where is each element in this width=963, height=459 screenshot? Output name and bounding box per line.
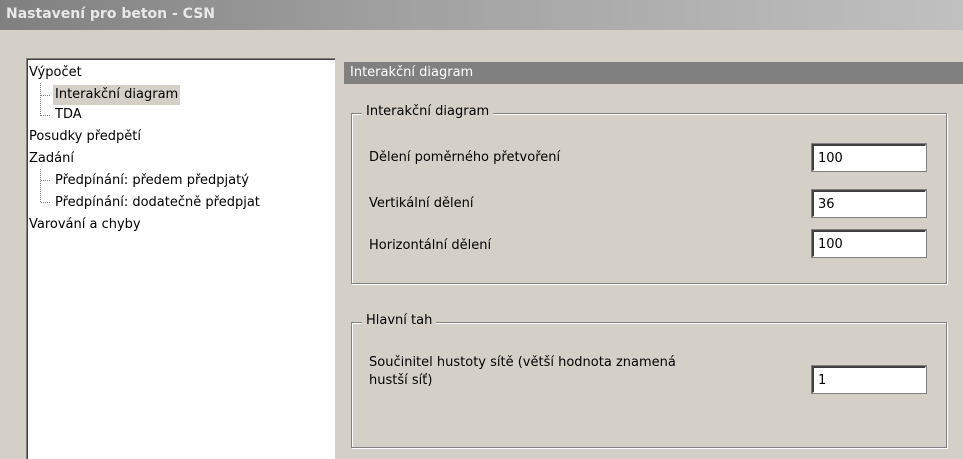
strain-division-field[interactable]	[811, 143, 927, 172]
mesh-density-label-line1: Součinitel hustoty sítě (větší hodnota z…	[369, 355, 676, 370]
group-title: Interakční diagram	[362, 104, 494, 119]
window-title: Nastavení pro beton - CSN	[6, 6, 216, 22]
tree-connector	[41, 95, 50, 96]
tree-connector	[40, 83, 41, 116]
panel-header: Interakční diagram	[344, 62, 963, 84]
horizontal-division-field[interactable]	[811, 229, 927, 258]
tree-item-posudky-predpeti[interactable]: Posudky předpětí	[29, 127, 141, 147]
tree-item-interakcni-diagram[interactable]: Interakční diagram	[53, 85, 181, 105]
mesh-density-label-line2: hustší síť)	[369, 373, 433, 388]
tree-item-vypocet[interactable]: Výpočet	[29, 63, 82, 83]
panel-header-title: Interakční diagram	[350, 65, 474, 80]
mesh-density-field[interactable]	[811, 365, 927, 394]
tree-item-zadani[interactable]: Zadání	[29, 149, 74, 169]
tree-item-predpinani-dodatecne[interactable]: Předpínání: dodatečně předpjat	[55, 193, 260, 213]
tree-connector	[40, 169, 41, 202]
group-title: Hlavní tah	[362, 313, 437, 328]
tree-connector	[41, 115, 50, 116]
horizontal-division-label: Horizontální dělení	[369, 238, 492, 253]
tree-item-predpinani-predem[interactable]: Předpínání: předem předpjatý	[55, 171, 249, 191]
settings-tree[interactable]: Výpočet Interakční diagram TDA Posudky p…	[26, 58, 335, 459]
interaction-diagram-group: Interakční diagram Dělení poměrného přet…	[351, 104, 947, 284]
tree-connector	[41, 180, 50, 181]
vertical-division-label: Vertikální dělení	[369, 196, 474, 211]
tree-item-varovani-a-chyby[interactable]: Varování a chyby	[29, 215, 141, 235]
strain-division-label: Dělení poměrného přetvoření	[369, 150, 561, 165]
main-tension-group: Hlavní tah Součinitel hustoty sítě (větš…	[351, 313, 947, 448]
title-bar: Nastavení pro beton - CSN	[0, 0, 963, 30]
tree-item-tda[interactable]: TDA	[55, 105, 82, 125]
vertical-division-field[interactable]	[811, 189, 927, 218]
tree-connector	[41, 202, 50, 203]
